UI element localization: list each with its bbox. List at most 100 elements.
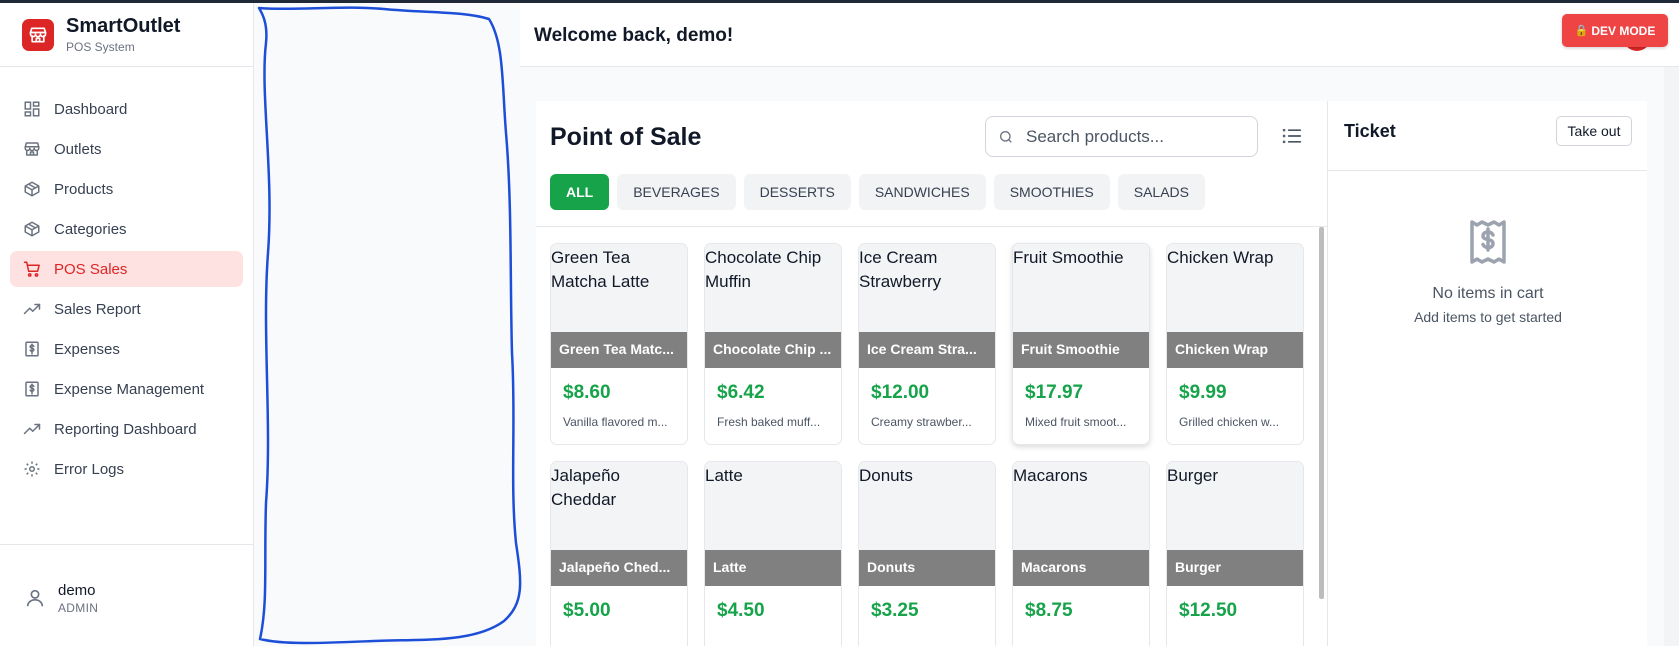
sidebar-item-sales-report[interactable]: Sales Report xyxy=(10,291,243,327)
take-out-button[interactable]: Take out xyxy=(1556,116,1632,146)
product-image-alt: Chocolate Chip Muffin xyxy=(705,248,822,291)
dollar-receipt-icon xyxy=(22,379,42,399)
sidebar-item-reporting-dashboard[interactable]: Reporting Dashboard xyxy=(10,411,243,447)
sidebar-item-label: Error Logs xyxy=(54,460,125,478)
trending-up-icon xyxy=(22,299,42,319)
product-name: Ice Cream Stra... xyxy=(859,332,995,368)
sidebar-item-label: POS Sales xyxy=(54,260,128,278)
box-icon xyxy=(22,219,42,239)
sidebar-item-label: Sales Report xyxy=(54,300,141,318)
search-input[interactable] xyxy=(1026,126,1246,147)
tab-salads[interactable]: SALADS xyxy=(1117,174,1205,210)
product-image-alt: Fruit Smoothie xyxy=(1013,248,1124,267)
product-image-alt: Macarons xyxy=(1013,466,1088,485)
product-name: Latte xyxy=(705,550,841,586)
dollar-receipt-icon xyxy=(22,339,42,359)
product-price: $12.00 xyxy=(871,382,930,403)
sidebar: SmartOutlet POS System Dashboard Outlets… xyxy=(0,3,254,646)
product-card[interactable]: Jalapeño Cheddar Jalapeño Ched... $5.00 xyxy=(550,461,688,646)
sidebar-item-pos-sales[interactable]: POS Sales xyxy=(10,251,243,287)
product-image: Latte Latte xyxy=(705,462,841,586)
user-icon xyxy=(24,587,48,611)
product-name: Burger xyxy=(1167,550,1303,586)
product-description: Grilled chicken w... xyxy=(1179,415,1280,429)
page-scrollbar[interactable] xyxy=(1664,67,1679,646)
product-image: Macarons Macarons xyxy=(1013,462,1149,586)
tab-beverages[interactable]: BEVERAGES xyxy=(617,174,736,210)
product-image-alt: Burger xyxy=(1167,466,1219,485)
product-card[interactable]: Burger Burger $12.50 xyxy=(1166,461,1304,646)
product-card[interactable]: Latte Latte $4.50 xyxy=(704,461,842,646)
product-description: Fresh baked muff... xyxy=(717,415,821,429)
dev-mode-badge[interactable]: 🔒 DEV MODE xyxy=(1562,14,1668,47)
sidebar-item-error-logs[interactable]: Error Logs xyxy=(10,451,243,487)
blank-panel xyxy=(254,3,548,646)
product-grid: Green Tea Matcha Latte Green Tea Matc...… xyxy=(550,243,1304,646)
sidebar-item-expense-management[interactable]: Expense Management xyxy=(10,371,243,407)
user-profile[interactable]: demo ADMIN xyxy=(0,544,254,646)
sidebar-item-outlets[interactable]: Outlets xyxy=(10,131,243,167)
product-image-alt: Latte xyxy=(705,466,743,485)
box-icon xyxy=(22,179,42,199)
product-description: Mixed fruit smoot... xyxy=(1025,415,1127,429)
sidebar-item-expenses[interactable]: Expenses xyxy=(10,331,243,367)
product-price: $12.50 xyxy=(1179,600,1238,621)
lock-icon: 🔒 xyxy=(1574,25,1589,37)
product-price: $5.00 xyxy=(563,600,611,621)
product-image: Green Tea Matcha Latte Green Tea Matc... xyxy=(551,244,687,368)
sidebar-item-categories[interactable]: Categories xyxy=(10,211,243,247)
pos-panel: Point of Sale ALL BEVERAGES DESSERTS SAN… xyxy=(536,101,1327,646)
product-card[interactable]: Ice Cream Strawberry Ice Cream Stra... $… xyxy=(858,243,996,445)
product-card[interactable]: Donuts Donuts $3.25 xyxy=(858,461,996,646)
search-icon xyxy=(998,129,1014,145)
product-price: $6.42 xyxy=(717,382,765,403)
product-grid-scrollbar[interactable] xyxy=(1319,227,1324,599)
sidebar-item-label: Categories xyxy=(54,220,127,238)
list-view-icon[interactable] xyxy=(1282,127,1304,147)
sidebar-item-dashboard[interactable]: Dashboard xyxy=(10,91,243,127)
product-image: Chocolate Chip Muffin Chocolate Chip ... xyxy=(705,244,841,368)
brand[interactable]: SmartOutlet POS System xyxy=(0,3,253,67)
product-name: Chicken Wrap xyxy=(1167,332,1303,368)
product-image: Fruit Smoothie Fruit Smoothie xyxy=(1013,244,1149,368)
sidebar-item-label: Reporting Dashboard xyxy=(54,420,197,438)
product-image-alt: Donuts xyxy=(859,466,913,485)
product-description: Vanilla flavored m... xyxy=(563,415,668,429)
product-price: $17.97 xyxy=(1025,382,1084,403)
tab-smoothies[interactable]: SMOOTHIES xyxy=(993,174,1110,210)
product-image: Jalapeño Cheddar Jalapeño Ched... xyxy=(551,462,687,586)
product-card[interactable]: Macarons Macarons $8.75 xyxy=(1012,461,1150,646)
product-card[interactable]: Chocolate Chip Muffin Chocolate Chip ...… xyxy=(704,243,842,445)
product-image-alt: Jalapeño Cheddar xyxy=(551,466,621,509)
user-name: demo xyxy=(58,582,96,599)
sidebar-item-products[interactable]: Products xyxy=(10,171,243,207)
tab-all[interactable]: ALL xyxy=(550,174,610,210)
product-image-alt: Green Tea Matcha Latte xyxy=(551,248,650,291)
product-price: $4.50 xyxy=(717,600,765,621)
brand-subtitle: POS System xyxy=(66,39,135,54)
store-logo-icon xyxy=(22,18,54,51)
top-header: Welcome back, demo! 🔒 DEV MODE xyxy=(520,3,1679,67)
empty-cart-title: No items in cart xyxy=(1432,285,1544,302)
product-image-alt: Chicken Wrap xyxy=(1167,248,1274,267)
tab-desserts[interactable]: DESSERTS xyxy=(743,174,851,210)
product-image: Burger Burger xyxy=(1167,462,1303,586)
product-price: $8.75 xyxy=(1025,600,1073,621)
product-card[interactable]: Green Tea Matcha Latte Green Tea Matc...… xyxy=(550,243,688,445)
search-box[interactable] xyxy=(985,116,1258,157)
welcome-message: Welcome back, demo! xyxy=(534,25,734,46)
tab-sandwiches[interactable]: SANDWICHES xyxy=(858,174,986,210)
receipt-icon xyxy=(1468,219,1508,265)
product-name: Chocolate Chip ... xyxy=(705,332,841,368)
sidebar-item-label: Outlets xyxy=(54,140,102,158)
product-card[interactable]: Chicken Wrap Chicken Wrap $9.99 Grilled … xyxy=(1166,243,1304,445)
product-price: $8.60 xyxy=(563,382,611,403)
product-description: Creamy strawber... xyxy=(871,415,972,429)
sidebar-item-label: Dashboard xyxy=(54,100,128,118)
product-card[interactable]: Fruit Smoothie Fruit Smoothie $17.97 Mix… xyxy=(1012,243,1150,445)
store-icon xyxy=(22,139,42,159)
product-image: Donuts Donuts xyxy=(859,462,995,586)
dashboard-icon xyxy=(22,99,42,119)
product-image: Ice Cream Strawberry Ice Cream Stra... xyxy=(859,244,995,368)
sidebar-item-label: Expenses xyxy=(54,340,120,358)
